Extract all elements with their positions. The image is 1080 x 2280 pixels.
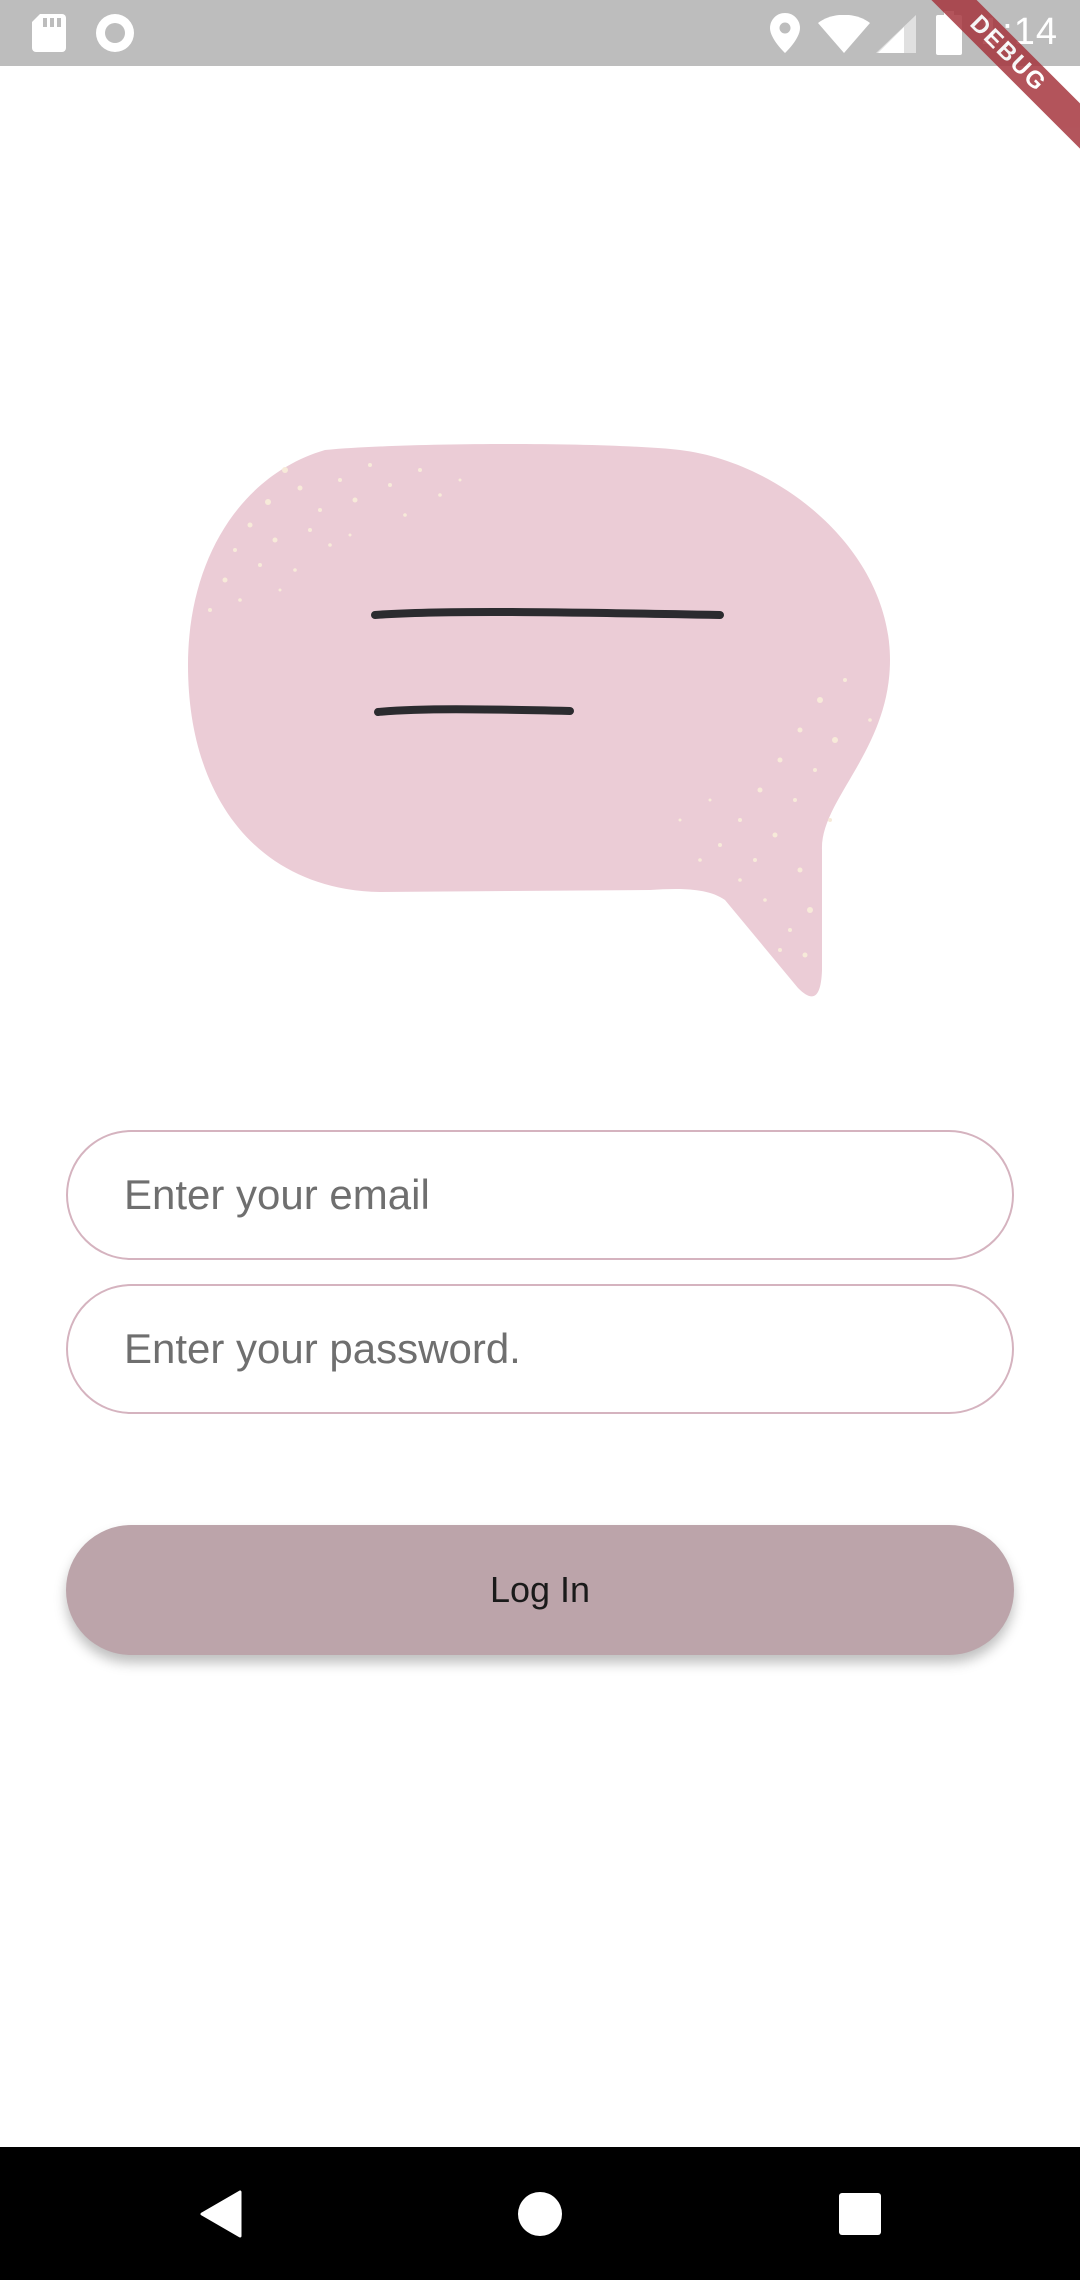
sd-card-icon — [32, 14, 66, 57]
home-button[interactable] — [480, 2147, 600, 2280]
email-input[interactable] — [122, 1170, 1012, 1220]
password-field[interactable] — [66, 1284, 1014, 1414]
navigation-bar — [0, 2147, 1080, 2280]
speech-bubble-icon — [188, 444, 890, 997]
status-time: 1:14 — [980, 11, 1058, 53]
home-icon — [518, 2191, 562, 2236]
record-icon — [95, 13, 135, 58]
recents-button[interactable] — [800, 2147, 920, 2280]
back-icon — [200, 2190, 242, 2237]
status-bar: 1:14 — [0, 0, 1080, 66]
location-icon — [770, 13, 800, 58]
speech-bubble-illustration — [180, 440, 900, 1010]
email-field[interactable] — [66, 1130, 1014, 1260]
recents-icon — [839, 2192, 881, 2235]
password-input[interactable] — [122, 1324, 1012, 1374]
login-button-label: Log In — [489, 1569, 591, 1610]
login-screen: 1:14 DEBUG Enter your email Log In — [0, 0, 1080, 2280]
battery-icon — [936, 11, 962, 60]
cellular-signal-icon — [876, 15, 916, 58]
back-button[interactable] — [160, 2147, 280, 2280]
login-button[interactable]: Log In — [66, 1525, 1014, 1655]
wifi-icon — [818, 14, 870, 58]
